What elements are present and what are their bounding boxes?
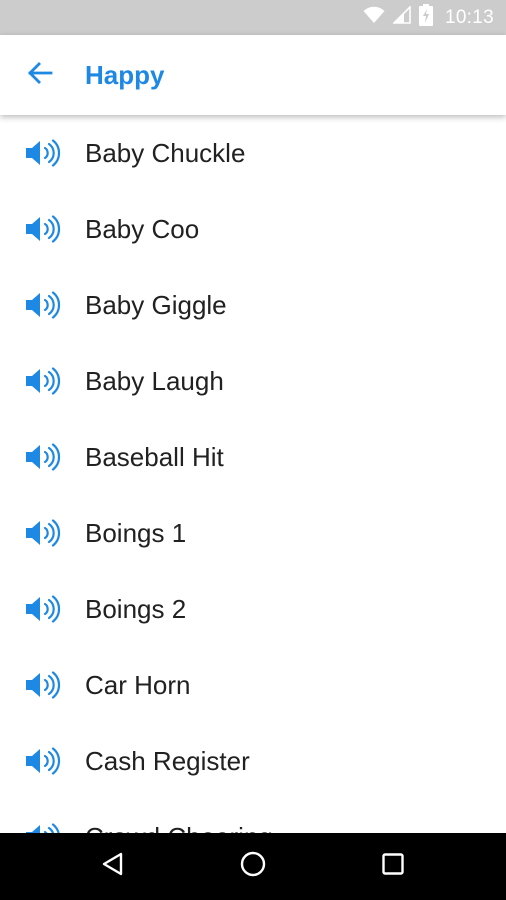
sound-item-boings-2[interactable]: Boings 2	[0, 571, 506, 647]
app-bar: Happy	[0, 35, 506, 115]
nav-home-button[interactable]	[223, 833, 283, 900]
sound-list: Baby Chuckle Baby Coo Baby Giggle Baby L…	[0, 115, 506, 833]
sound-item-label: Crowd Cheering	[85, 822, 273, 834]
sound-item-baby-chuckle[interactable]: Baby Chuckle	[0, 115, 506, 191]
speaker-volume-icon	[24, 138, 62, 168]
sound-item-baby-giggle[interactable]: Baby Giggle	[0, 267, 506, 343]
sound-item-label: Boings 1	[85, 517, 187, 548]
cell-signal-icon	[392, 5, 411, 29]
nav-back-button[interactable]	[83, 833, 143, 900]
sound-item-car-horn[interactable]: Car Horn	[0, 647, 506, 723]
sound-item-cash-register[interactable]: Cash Register	[0, 723, 506, 799]
status-icons: 10:13	[363, 0, 494, 35]
home-circle-icon	[239, 850, 267, 883]
wifi-icon	[363, 6, 385, 29]
status-time: 10:13	[444, 6, 494, 28]
sound-item-label: Baseball Hit	[85, 441, 224, 472]
sound-item-label: Baby Coo	[85, 213, 200, 244]
sound-item-boings-1[interactable]: Boings 1	[0, 495, 506, 571]
sound-item-label: Baby Giggle	[85, 289, 227, 320]
sound-item-baby-coo[interactable]: Baby Coo	[0, 191, 506, 267]
sound-item-baseball-hit[interactable]: Baseball Hit	[0, 419, 506, 495]
battery-charging-icon	[418, 4, 433, 31]
sound-item-label: Cash Register	[85, 745, 250, 776]
sound-item-label: Boings 2	[85, 593, 187, 624]
system-nav-bar	[0, 833, 506, 900]
sound-item-crowd-cheering[interactable]: Crowd Cheering	[0, 799, 506, 833]
sound-item-label: Car Horn	[85, 669, 191, 700]
recents-square-icon	[381, 852, 405, 881]
sound-item-baby-laugh[interactable]: Baby Laugh	[0, 343, 506, 419]
speaker-volume-icon	[24, 442, 62, 472]
speaker-volume-icon	[24, 290, 62, 320]
sound-item-label: Baby Laugh	[85, 365, 224, 396]
back-button[interactable]	[20, 55, 60, 95]
arrow-left-icon	[27, 61, 53, 89]
speaker-volume-icon	[24, 746, 62, 776]
back-triangle-icon	[100, 851, 126, 882]
speaker-volume-icon	[24, 670, 62, 700]
speaker-volume-icon	[24, 518, 62, 548]
nav-recents-button[interactable]	[363, 833, 423, 900]
speaker-volume-icon	[24, 594, 62, 624]
speaker-volume-icon	[24, 822, 62, 833]
page-title: Happy	[85, 60, 165, 90]
status-bar: 10:13	[0, 0, 506, 35]
speaker-volume-icon	[24, 366, 62, 396]
sound-item-label: Baby Chuckle	[85, 137, 246, 168]
speaker-volume-icon	[24, 214, 62, 244]
